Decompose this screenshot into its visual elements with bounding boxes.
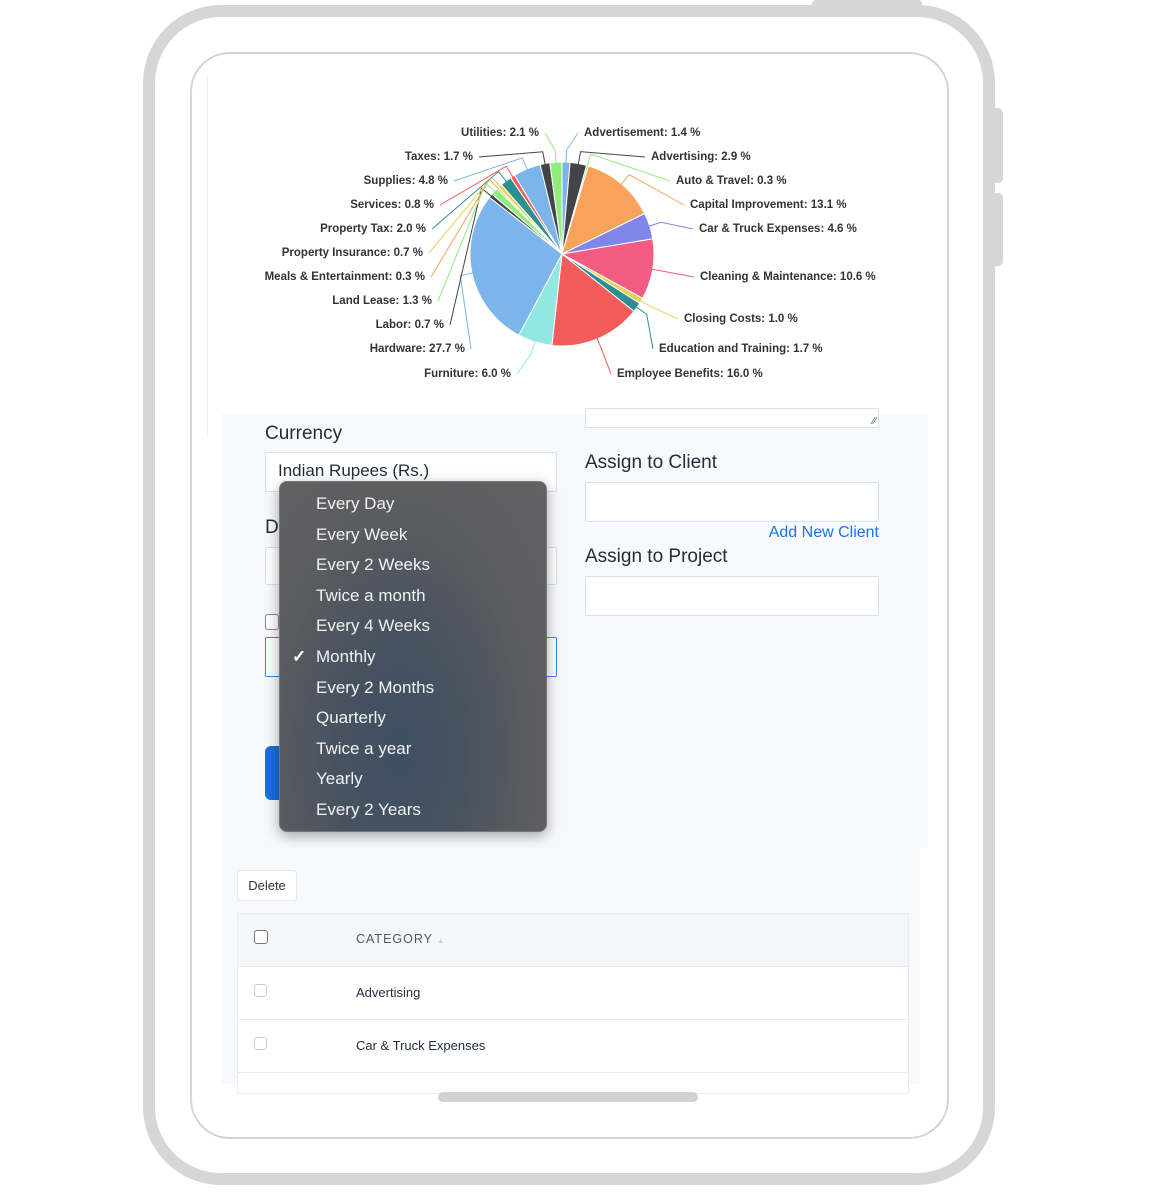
pie-data-label: Auto & Travel: 0.3 % — [676, 175, 787, 187]
pie-data-label: Supplies: 4.8 % — [363, 175, 448, 187]
assign-client-label: Assign to Client — [585, 452, 718, 473]
dropdown-option[interactable]: Quarterly — [316, 708, 386, 728]
pie-data-label: Closing Costs: 1.0 % — [684, 313, 798, 325]
row-checkbox[interactable] — [254, 1037, 267, 1050]
pie-data-label: Cleaning & Maintenance: 10.6 % — [700, 271, 876, 283]
pie-data-label: Labor: 0.7 % — [375, 319, 444, 331]
pie-leader-line — [645, 221, 694, 230]
project-input[interactable] — [585, 576, 879, 616]
pie-data-label: Furniture: 6.0 % — [424, 368, 511, 380]
delete-button[interactable]: Delete — [237, 870, 297, 901]
row-checkbox[interactable] — [254, 984, 267, 997]
pie-leader-line — [637, 298, 679, 320]
pie-leader-line — [633, 304, 654, 350]
currency-label: Currency — [265, 423, 343, 444]
pie-data-label: Education and Training: 1.7 % — [659, 343, 823, 355]
tablet-volume-down-button — [995, 193, 1003, 266]
pie-chart-panel: Advertisement: 1.4 % Advertising: 2.9 % Au… — [207, 75, 929, 438]
pie-data-label: Property Tax: 2.0 % — [320, 223, 426, 235]
category-table-panel: Delete CATEGORY ▲ Advertising Car & Truc… — [222, 848, 920, 1094]
pie-data-label: Advertisement: 1.4 % — [584, 127, 701, 139]
pie-leader-line — [516, 337, 537, 375]
table-header-row: CATEGORY ▲ — [238, 914, 908, 967]
pie-data-label: Utilities: 2.1 % — [461, 127, 539, 139]
pie-leader-line — [595, 335, 612, 375]
pie-data-label: Capital Improvement: 13.1 % — [690, 199, 847, 211]
pie-data-label: Taxes: 1.7 % — [404, 151, 473, 163]
table-row[interactable]: Car & Truck Expenses — [238, 1020, 908, 1073]
pie-data-label: Services: 0.8 % — [350, 199, 434, 211]
pie-data-label: Hardware: 27.7 % — [369, 343, 465, 355]
frequency-dropdown-menu[interactable]: Every Day Every Week Every 2 Weeks Twice a … — [279, 481, 547, 832]
pie-data-label: Employee Benefits: 16.0 % — [617, 368, 763, 380]
dropdown-option[interactable]: Monthly — [316, 647, 376, 667]
pie-leader-line — [544, 132, 557, 167]
select-all-checkbox[interactable] — [254, 930, 268, 944]
pie-leader-line — [648, 268, 695, 278]
pie-leader-line — [459, 271, 477, 350]
dropdown-option[interactable]: Every 2 Years — [316, 800, 421, 820]
table-row-partial — [238, 1073, 908, 1093]
dropdown-option[interactable]: Every Day — [316, 494, 394, 514]
dropdown-option[interactable]: Every 2 Months — [316, 678, 434, 698]
tablet-top-button — [812, 0, 922, 6]
pie-data-label: Car & Truck Expenses: 4.6 % — [699, 223, 857, 235]
resize-handle-icon[interactable]: ⁄⁄ — [873, 416, 876, 427]
checkbox[interactable] — [265, 614, 279, 630]
add-new-client-link[interactable]: Add New Client — [585, 524, 879, 542]
pie-data-label: Land Lease: 1.3 % — [332, 295, 432, 307]
notes-textarea[interactable]: ⁄⁄ — [585, 408, 879, 428]
dropdown-option[interactable]: Yearly — [316, 769, 363, 789]
checkmark-icon: ✓ — [292, 647, 307, 666]
category-column-header[interactable]: CATEGORY ▲ — [356, 932, 445, 946]
category-cell: Car & Truck Expenses — [356, 1038, 486, 1053]
pie-leader-line — [565, 132, 579, 167]
pie-leader-line — [478, 151, 547, 168]
dropdown-option[interactable]: Twice a month — [316, 586, 426, 606]
home-indicator — [438, 1092, 698, 1102]
pie-data-label: Advertising: 2.9 % — [651, 151, 751, 163]
assign-project-label: Assign to Project — [585, 546, 728, 567]
sort-ascending-icon[interactable]: ▲ — [437, 938, 445, 945]
category-header-text: CATEGORY — [356, 932, 433, 946]
dropdown-option[interactable]: Twice a year — [316, 739, 411, 759]
dropdown-option[interactable]: Every 2 Weeks — [316, 555, 430, 575]
table-row[interactable]: Advertising — [238, 967, 908, 1020]
currency-value: Indian Rupees (Rs.) — [278, 461, 430, 480]
pie-data-label: Property Insurance: 0.7 % — [281, 247, 423, 259]
category-table: CATEGORY ▲ Advertising Car & Truck Expen… — [237, 913, 909, 1094]
client-input[interactable] — [585, 482, 879, 522]
dropdown-option[interactable]: Every Week — [316, 525, 407, 545]
category-cell: Advertising — [356, 985, 421, 1000]
hidden-field-label: D — [265, 517, 279, 538]
tablet-volume-up-button — [995, 108, 1003, 183]
dropdown-option[interactable]: Every 4 Weeks — [316, 616, 430, 636]
pie-data-label: Meals & Entertainment: 0.3 % — [264, 271, 425, 283]
